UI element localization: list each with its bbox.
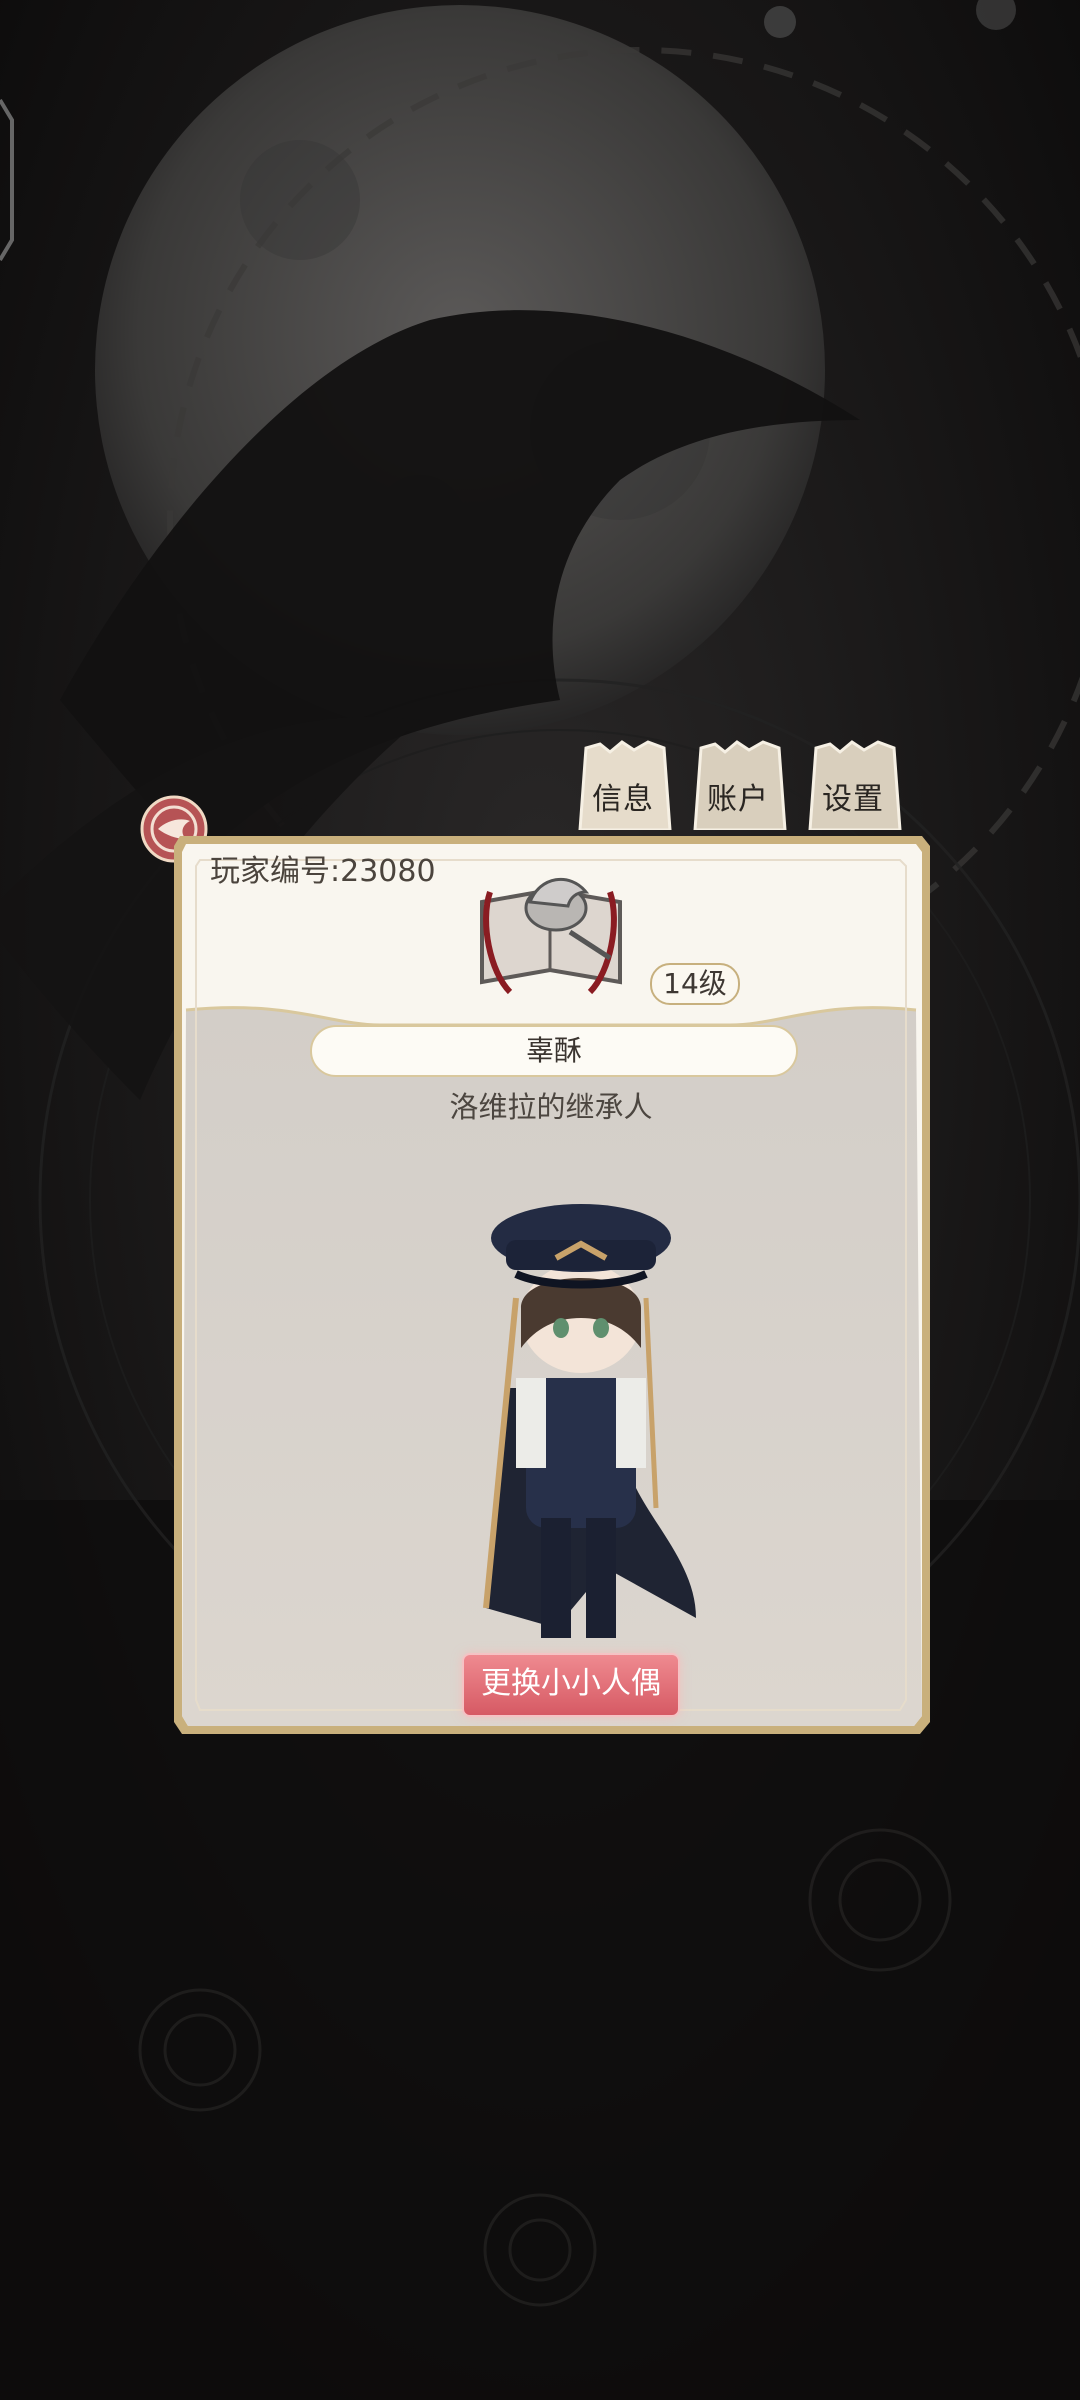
player-title: 洛维拉的继承人 [449, 1090, 653, 1124]
profile-panel: 玩家编号:23080 14级 辜酥 洛维拉的继承人 更换小小人偶 [170, 820, 932, 1748]
level-badge: 14级 [650, 963, 740, 1005]
tab-settings[interactable]: 设置 [800, 738, 906, 832]
player-id: 玩家编号:23080 [210, 854, 436, 889]
doll-character [483, 1204, 696, 1638]
tab-account[interactable]: 账户 [685, 738, 791, 832]
tab-info-label: 信息 [592, 782, 654, 817]
tab-account-label: 账户 [707, 782, 769, 817]
player-name: 辜酥 [310, 1025, 798, 1077]
tab-settings-label: 设置 [822, 782, 884, 817]
tab-info[interactable]: 信息 [570, 738, 676, 832]
change-doll-button[interactable]: 更换小小人偶 [462, 1653, 680, 1717]
raven-book-crest-icon [480, 877, 622, 995]
